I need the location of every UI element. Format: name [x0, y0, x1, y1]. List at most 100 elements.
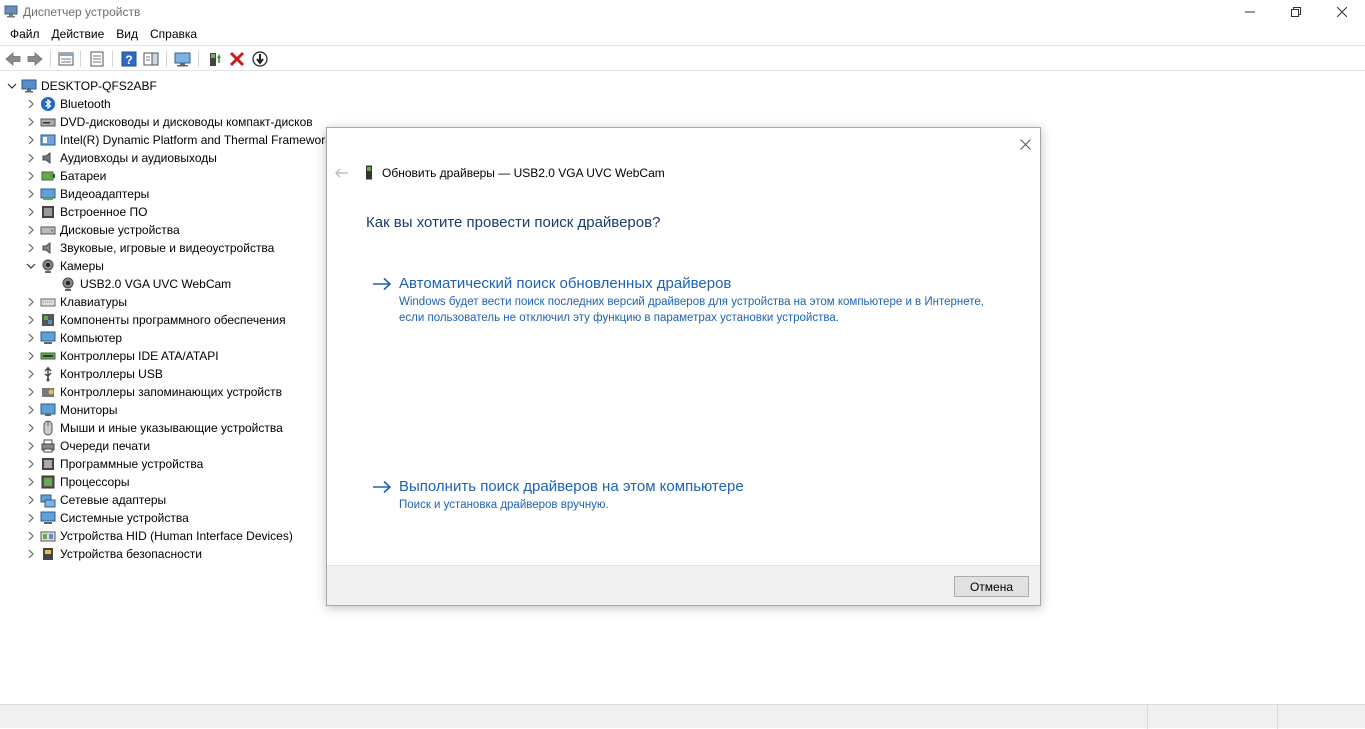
tree-item-category[interactable]: Камеры — [24, 257, 104, 275]
tree-item-category[interactable]: Мыши и иные указывающие устройства — [24, 419, 283, 437]
tree-item-category[interactable]: Очереди печати — [24, 437, 150, 455]
auto-search-header[interactable]: Автоматический поиск обновленных драйвер… — [372, 275, 992, 292]
chevron-right-icon[interactable] — [24, 401, 38, 419]
tree-item-category[interactable]: Процессоры — [24, 473, 130, 491]
chevron-right-icon[interactable] — [24, 185, 38, 203]
chevron-right-icon[interactable] — [24, 437, 38, 455]
update-driver-icon[interactable] — [205, 50, 223, 68]
menu-view[interactable]: Вид — [110, 24, 144, 44]
chevron-right-icon[interactable] — [24, 455, 38, 473]
tree-item-category[interactable]: Контроллеры USB — [24, 365, 163, 383]
disable-icon[interactable] — [251, 50, 269, 68]
tree-item-label: Системные устройства — [60, 511, 189, 525]
uninstall-icon[interactable] — [228, 50, 246, 68]
chevron-right-icon[interactable] — [24, 491, 38, 509]
chevron-right-icon[interactable] — [24, 167, 38, 185]
processor-icon — [41, 475, 55, 489]
tree-item-category[interactable]: Устройства HID (Human Interface Devices) — [24, 527, 293, 545]
chevron-right-icon[interactable] — [24, 293, 38, 311]
tree-item-category[interactable]: Аудиовходы и аудиовыходы — [24, 149, 217, 167]
chevron-down-icon[interactable] — [24, 257, 38, 275]
chevron-right-icon[interactable] — [24, 239, 38, 257]
chevron-right-icon[interactable] — [24, 95, 38, 113]
tree-item-category[interactable]: Компоненты программного обеспечения — [24, 311, 286, 329]
auto-search-option[interactable]: Автоматический поиск обновленных драйвер… — [372, 275, 992, 326]
chevron-right-icon[interactable] — [24, 347, 38, 365]
cancel-button[interactable]: Отмена — [954, 576, 1029, 597]
chevron-right-icon[interactable] — [24, 365, 38, 383]
menu-help[interactable]: Справка — [144, 24, 203, 44]
toolbar-separator — [50, 51, 51, 67]
restore-button[interactable] — [1273, 0, 1319, 24]
chevron-right-icon[interactable] — [24, 545, 38, 563]
tree-item-category[interactable]: Мониторы — [24, 401, 117, 419]
properties-icon[interactable] — [57, 50, 75, 68]
chevron-right-icon[interactable] — [24, 527, 38, 545]
tree-item-category[interactable]: Системные устройства — [24, 509, 189, 527]
tree-item-category[interactable]: Звуковые, игровые и видеоустройства — [24, 239, 274, 257]
scan-hardware-icon[interactable] — [174, 50, 192, 68]
toolbar-separator — [166, 51, 167, 67]
tree-root-computer[interactable]: DESKTOP-QFS2ABF — [5, 77, 157, 95]
chevron-right-icon[interactable] — [24, 131, 38, 149]
tree-item-category[interactable]: Контроллеры IDE ATA/ATAPI — [24, 347, 219, 365]
forward-icon[interactable] — [26, 50, 44, 68]
tree-item-category[interactable]: Клавиатуры — [24, 293, 127, 311]
tree-item-label: Аудиовходы и аудиовыходы — [60, 151, 217, 165]
show-hidden-icon[interactable] — [88, 50, 106, 68]
window-title: Диспетчер устройств — [23, 5, 141, 19]
thermal-framework-icon — [40, 134, 56, 146]
chevron-right-icon[interactable] — [24, 473, 38, 491]
tree-item-category[interactable]: Контроллеры запоминающих устройств — [24, 383, 282, 401]
tree-item-category[interactable]: Встроенное ПО — [24, 203, 147, 221]
chevron-right-icon[interactable] — [24, 419, 38, 437]
tree-item-category[interactable]: Intel(R) Dynamic Platform and Thermal Fr… — [24, 131, 331, 149]
chevron-right-icon[interactable] — [24, 383, 38, 401]
tree-item-category[interactable]: Bluetooth — [24, 95, 111, 113]
toolbar: ? — [0, 45, 1365, 71]
tree-item-label: Мыши и иные указывающие устройства — [60, 421, 283, 435]
action-pane-icon[interactable] — [142, 50, 160, 68]
tree-item-category[interactable]: Программные устройства — [24, 455, 203, 473]
help-icon[interactable]: ? — [120, 50, 138, 68]
chevron-right-icon[interactable] — [24, 509, 38, 527]
menu-action[interactable]: Действие — [46, 24, 111, 44]
chevron-down-icon[interactable] — [5, 77, 19, 95]
chevron-right-icon[interactable] — [24, 113, 38, 131]
tree-item-label: Сетевые адаптеры — [60, 493, 167, 507]
chevron-right-icon[interactable] — [24, 329, 38, 347]
back-icon[interactable] — [4, 50, 22, 68]
tree-item-category[interactable]: Батареи — [24, 167, 106, 185]
status-bar — [0, 704, 1365, 729]
manual-search-link[interactable]: Выполнить поиск драйверов на этом компью… — [399, 478, 744, 495]
menu-bar: Файл Действие Вид Справка — [0, 24, 1365, 44]
dialog-heading: Как вы хотите провести поиск драйверов? — [366, 214, 661, 231]
dialog-close-button[interactable] — [1017, 136, 1033, 152]
tree-item-category[interactable]: DVD-дисководы и дисководы компакт-дисков — [24, 113, 313, 131]
bluetooth-icon — [41, 97, 55, 111]
storage-controller-icon — [42, 388, 54, 397]
ide-controller-icon — [40, 352, 56, 360]
manual-search-header[interactable]: Выполнить поиск драйверов на этом компью… — [372, 478, 992, 495]
menu-file[interactable]: Файл — [4, 24, 46, 44]
auto-search-link[interactable]: Автоматический поиск обновленных драйвер… — [399, 275, 731, 292]
tree-item-category[interactable]: Сетевые адаптеры — [24, 491, 166, 509]
tree-item-category[interactable]: Устройства безопасности — [24, 545, 202, 563]
close-icon — [1019, 138, 1031, 150]
tree-item-category[interactable]: Компьютер — [24, 329, 122, 347]
dialog-back-button[interactable] — [335, 166, 349, 180]
close-window-button[interactable] — [1319, 0, 1365, 24]
tree-item-label: Контроллеры IDE ATA/ATAPI — [60, 349, 219, 363]
dvd-drive-icon — [40, 118, 56, 127]
tree-item-category[interactable]: Дисковые устройства — [24, 221, 180, 239]
vertical-scrollbar[interactable] — [1358, 76, 1365, 702]
chevron-right-icon[interactable] — [24, 203, 38, 221]
manual-search-option[interactable]: Выполнить поиск драйверов на этом компью… — [372, 478, 992, 514]
minimize-button[interactable] — [1227, 0, 1273, 24]
tree-item-label: Программные устройства — [60, 457, 204, 471]
tree-item-category[interactable]: Видеоадаптеры — [24, 185, 149, 203]
chevron-right-icon[interactable] — [24, 311, 38, 329]
chevron-right-icon[interactable] — [24, 149, 38, 167]
chevron-right-icon[interactable] — [24, 221, 38, 239]
tree-item-device[interactable]: USB2.0 VGA UVC WebCam — [44, 275, 231, 293]
